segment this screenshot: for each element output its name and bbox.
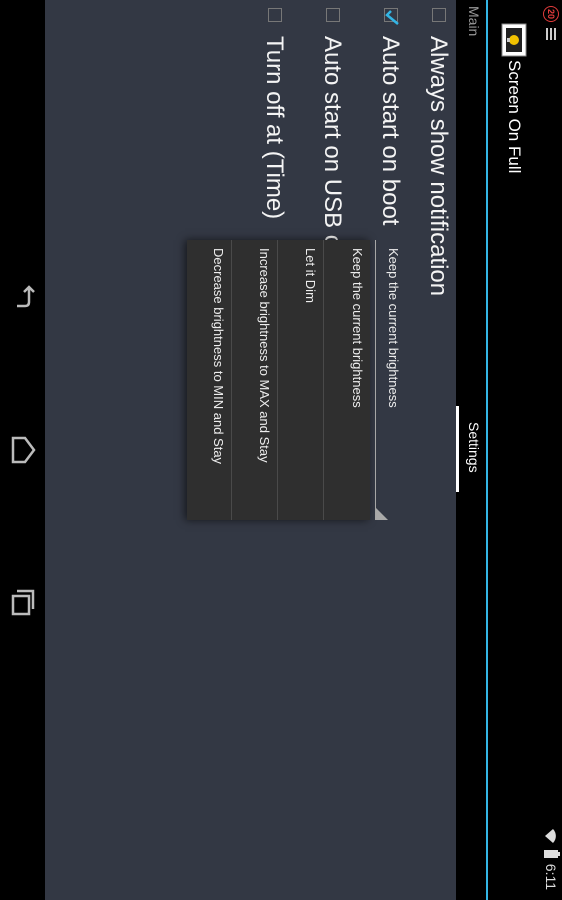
dropdown-option-increase-max[interactable]: Increase brightness to MAX and Stay xyxy=(231,240,278,520)
tab-selected-indicator xyxy=(456,406,459,492)
spinner-selected-value: Keep the current brightness xyxy=(386,248,401,408)
tab-settings[interactable]: Settings xyxy=(466,422,482,473)
notification-list-icon[interactable] xyxy=(546,28,556,40)
dropdown-option-let-it-dim[interactable]: Let it Dim xyxy=(277,240,324,520)
option-label: Let it Dim xyxy=(303,248,318,303)
tab-bar: Main Settings xyxy=(456,0,486,900)
checkbox-checked[interactable] xyxy=(384,8,399,25)
option-label: Keep the current brightness xyxy=(350,248,365,408)
battery-icon xyxy=(544,849,558,858)
setting-always-show-notification[interactable]: Always show notification xyxy=(396,0,452,900)
checkmark-icon xyxy=(385,10,399,25)
action-bar: Screen On Full xyxy=(486,0,536,900)
app-title: Screen On Full xyxy=(505,60,524,174)
brightness-dropdown-menu: Keep the current brightness Let it Dim I… xyxy=(185,240,370,520)
dropdown-option-decrease-min[interactable]: Decrease brightness to MIN and Stay xyxy=(185,240,232,520)
wifi-icon xyxy=(545,828,556,843)
dropdown-option-keep-current[interactable]: Keep the current brightness xyxy=(324,240,370,520)
checkbox[interactable] xyxy=(268,8,282,22)
setting-label: Turn off at (Time) xyxy=(261,36,288,220)
notification-count-icon[interactable]: 20 xyxy=(543,6,559,22)
spinner-dropdown-icon xyxy=(376,508,388,520)
back-icon[interactable] xyxy=(9,280,37,312)
brightness-spinner[interactable]: Keep the current brightness xyxy=(375,240,404,520)
checkbox[interactable] xyxy=(432,8,446,22)
recent-apps-icon[interactable] xyxy=(9,586,37,618)
option-label: Decrease brightness to MIN and Stay xyxy=(211,248,226,465)
home-icon[interactable] xyxy=(9,434,37,466)
tab-main[interactable]: Main xyxy=(466,6,482,36)
clock: 6:11 xyxy=(543,863,559,890)
tablet-screen: 20 6:11 Screen On Full Main Settings Alw… xyxy=(0,0,562,900)
status-bar: 20 6:11 xyxy=(536,0,562,900)
option-label: Increase brightness to MAX and Stay xyxy=(257,248,272,463)
setting-label: Auto start on boot xyxy=(377,36,404,226)
checkbox[interactable] xyxy=(326,8,340,22)
settings-panel: Always show notification Auto start on b… xyxy=(45,0,456,900)
navigation-bar xyxy=(0,0,45,900)
app-logo-icon xyxy=(501,23,527,57)
setting-label: Always show notification xyxy=(425,36,452,297)
